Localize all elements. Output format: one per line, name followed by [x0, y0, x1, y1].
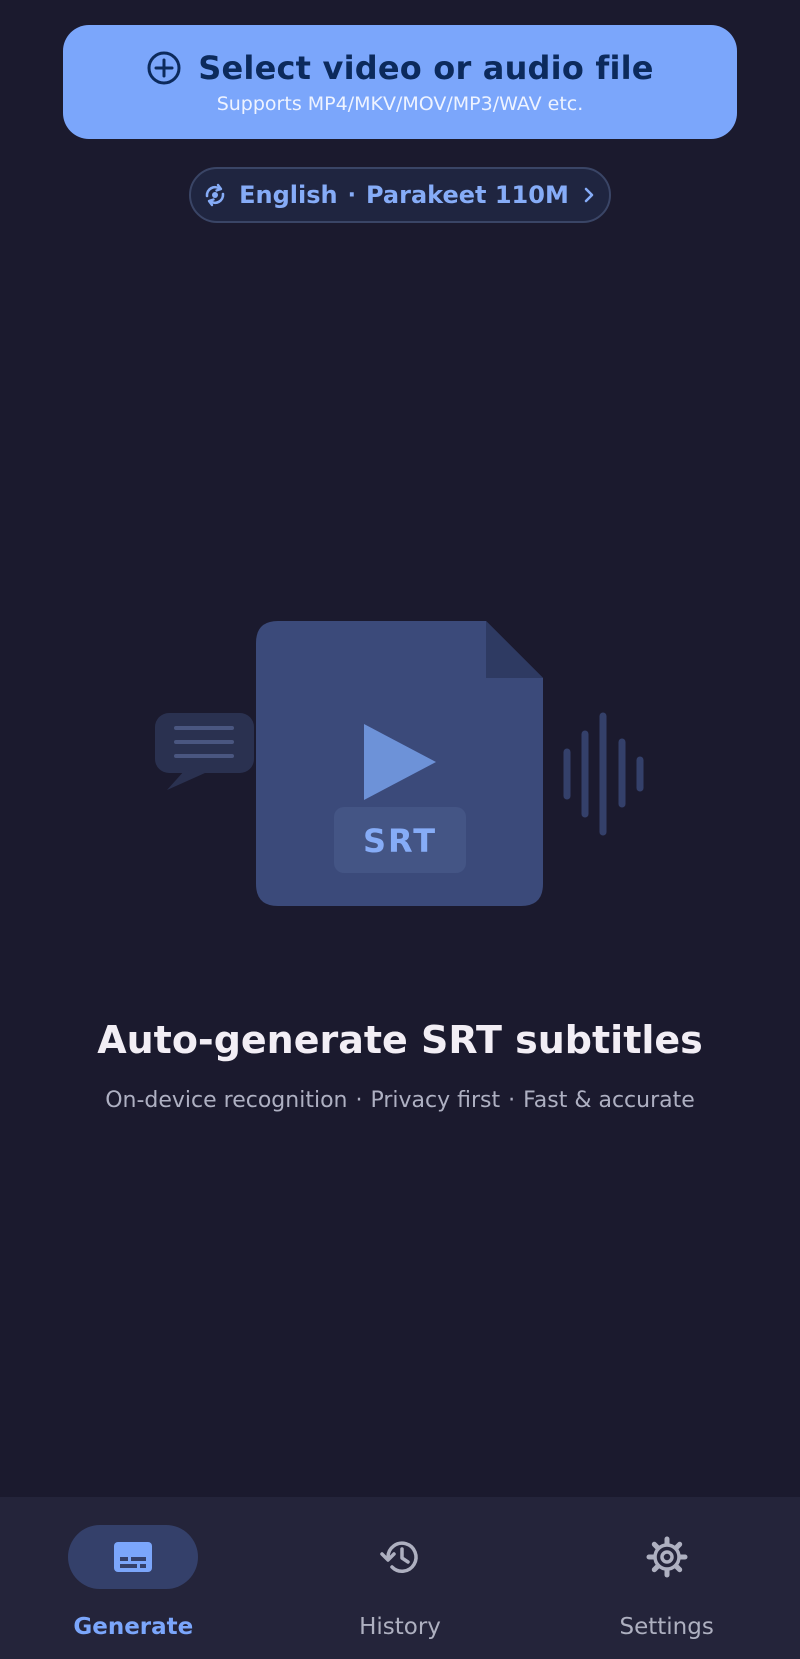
generate-screen: Select video or audio file Supports MP4/…	[0, 0, 800, 1659]
sound-wave-icon	[563, 712, 644, 836]
nav-label-history: History	[359, 1614, 441, 1640]
nav-label-settings: Settings	[619, 1614, 714, 1640]
subtitles-icon	[114, 1542, 153, 1572]
hero-title: Auto-generate SRT subtitles	[97, 1018, 703, 1062]
subtitle-illustration: SRT	[155, 621, 644, 906]
hero-features: On-device recognition · Privacy first · Fast…	[0, 1088, 800, 1113]
nav-label-generate: Generate	[73, 1614, 194, 1640]
feature-item: On-device recognition	[105, 1088, 348, 1113]
nav-item-settings[interactable]: Settings	[533, 1497, 800, 1659]
feature-item: Privacy first	[370, 1088, 501, 1113]
feature-item: Fast & accurate	[523, 1088, 695, 1113]
srt-badge: SRT	[363, 822, 437, 860]
bottom-navigation: Generate History Settings	[0, 1497, 800, 1659]
nav-item-generate[interactable]: Generate	[0, 1497, 267, 1659]
gear-icon	[646, 1536, 688, 1578]
nav-item-history[interactable]: History	[267, 1497, 534, 1659]
chat-bubble-icon	[155, 713, 254, 790]
feature-separator: ·	[355, 1088, 363, 1113]
video-document-icon	[256, 621, 543, 906]
history-icon	[380, 1541, 418, 1573]
feature-separator: ·	[508, 1088, 516, 1113]
